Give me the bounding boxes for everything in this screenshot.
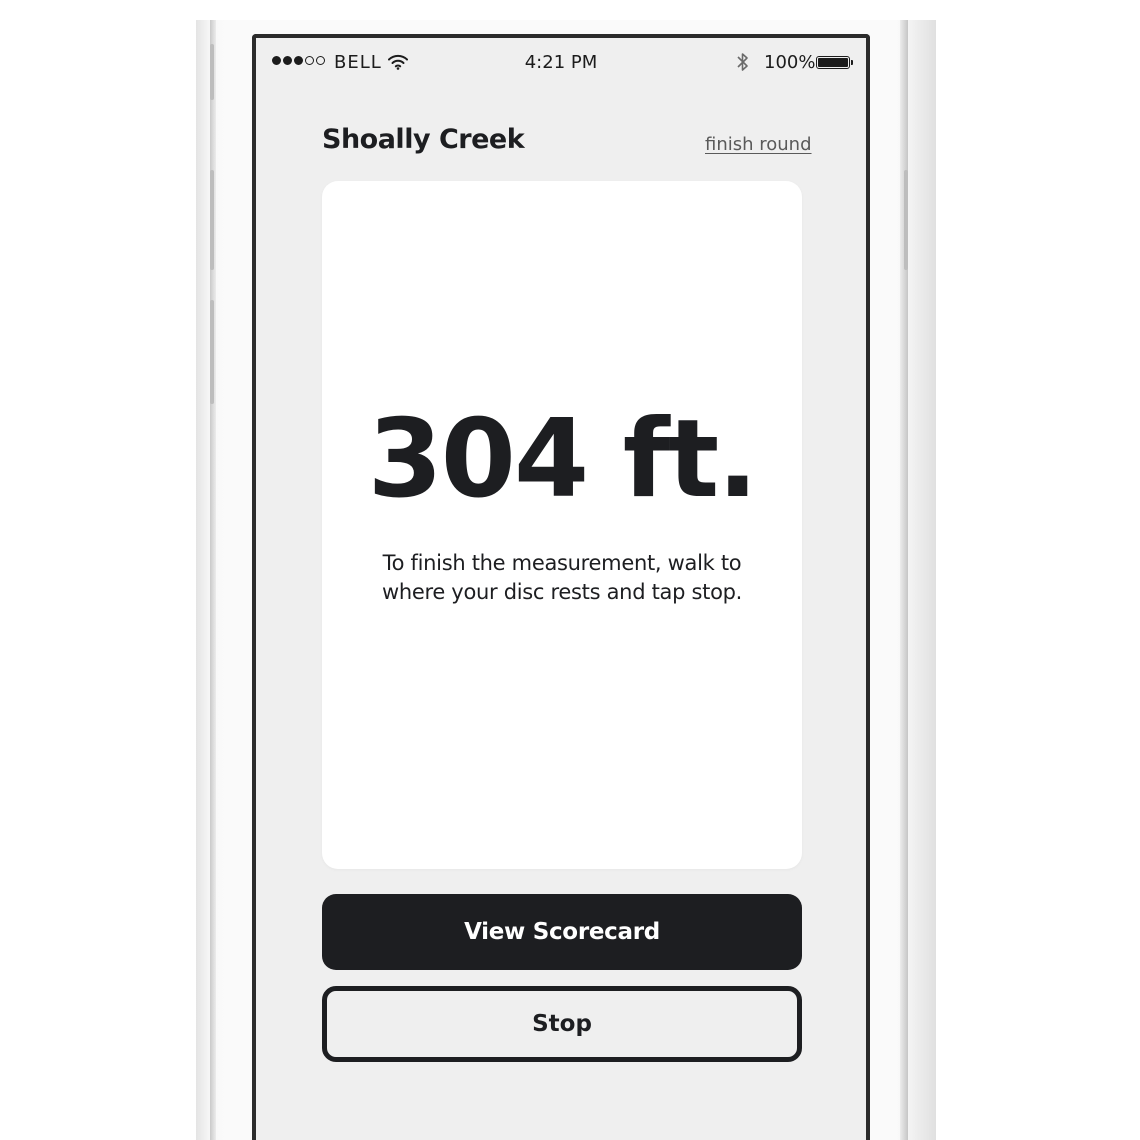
view-scorecard-button[interactable]: View Scorecard <box>322 894 802 970</box>
device-mockup: BELL 4:21 PM 100% Shoally Creek finish r… <box>0 0 1140 1140</box>
battery-percent: 100% <box>764 52 816 73</box>
app-screen: BELL 4:21 PM 100% Shoally Creek finish r… <box>252 34 870 1140</box>
course-title: Shoally Creek <box>322 124 525 155</box>
volume-down-button <box>210 300 214 404</box>
mute-switch <box>210 44 214 100</box>
measurement-card: 304 ft. To finish the measurement, walk … <box>322 181 802 869</box>
battery-icon <box>816 56 850 69</box>
finish-round-link[interactable]: finish round <box>705 134 812 155</box>
measurement-instruction: To finish the measurement, walk to where… <box>381 551 743 604</box>
power-button <box>904 170 908 270</box>
bluetooth-icon <box>736 52 750 77</box>
status-bar: BELL 4:21 PM 100% <box>256 50 866 80</box>
volume-up-button <box>210 170 214 270</box>
stop-button[interactable]: Stop <box>322 986 802 1062</box>
distance-value: 304 ft. <box>367 397 759 522</box>
battery-tip <box>851 60 853 65</box>
